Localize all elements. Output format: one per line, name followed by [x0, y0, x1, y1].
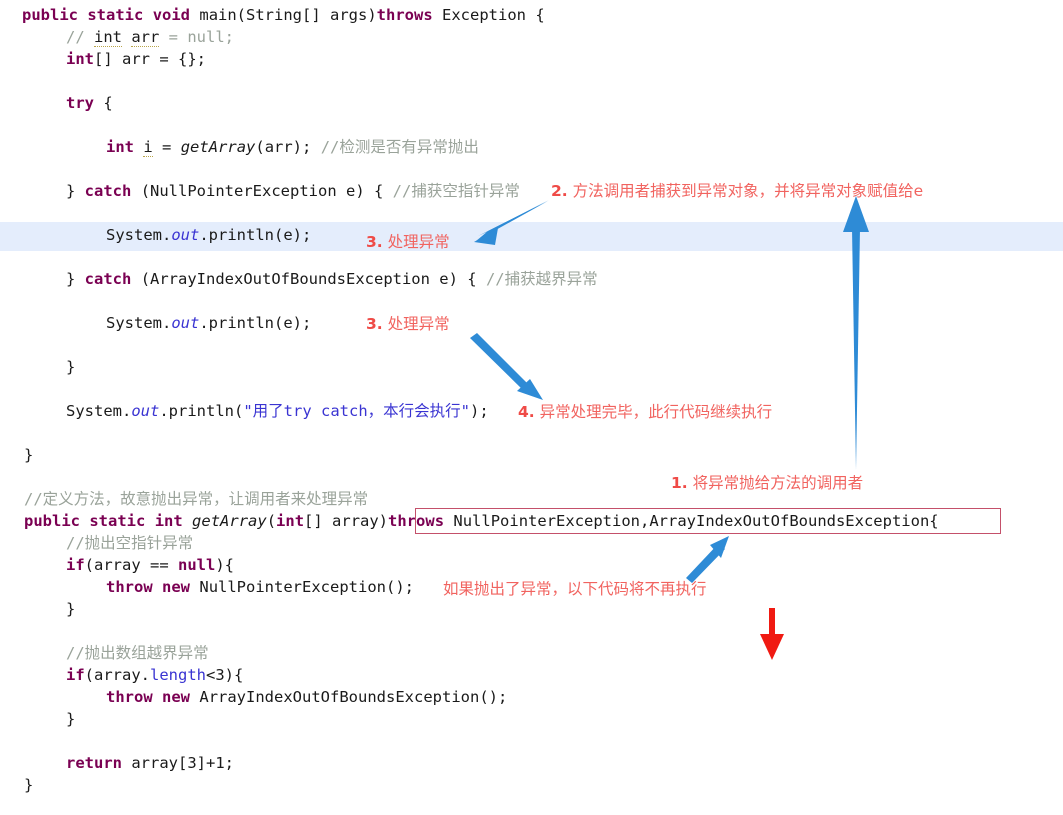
annotation-1-text: 将异常抛给方法的调用者	[687, 474, 864, 492]
annotation-3a-text: 处理异常	[382, 233, 450, 251]
annotation-4: 4. 异常处理完毕，此行代码继续执行	[518, 403, 772, 422]
code-line: System.out.println(e);	[106, 226, 312, 244]
code-line: int i = getArray(arr); //检测是否有异常抛出	[106, 138, 479, 157]
code-line: throw new NullPointerException();	[106, 578, 414, 596]
code-line: System.out.println("用了try catch，本行会执行");	[66, 402, 489, 420]
code-line: try {	[66, 94, 113, 112]
annotation-3b-number: 3.	[366, 315, 383, 333]
code-line: return array[3]+1;	[66, 754, 234, 772]
code-line: public static int getArray(int[] array)t…	[24, 512, 939, 530]
code-line: //定义方法，故意抛出异常，让调用者来处理异常	[24, 490, 369, 508]
code-line: //抛出空指针异常	[66, 534, 194, 552]
arrow-blue-to-println-line	[470, 333, 543, 400]
code-line: }	[24, 446, 34, 464]
code-line: }	[66, 710, 76, 728]
annotation-4-number: 4.	[518, 403, 535, 421]
annotation-1: 1. 将异常抛给方法的调用者	[671, 474, 863, 493]
code-line: } catch (ArrayIndexOutOfBoundsException …	[66, 270, 598, 288]
annotation-4-text: 异常处理完毕，此行代码继续执行	[534, 403, 773, 421]
annotation-3b: 3. 处理异常	[366, 315, 450, 334]
code-line: }	[66, 358, 76, 376]
annotation-2: 2. 方法调用者捕获到异常对象，并将异常对象赋值给e	[551, 182, 923, 201]
code-line: public static void main(String[] args)th…	[22, 6, 545, 24]
annotation-3a-number: 3.	[366, 233, 383, 251]
annotation-2-number: 2.	[551, 182, 568, 200]
code-line: if(array == null){	[66, 556, 234, 574]
annotation-5-text: 如果抛出了异常，以下代码将不再执行	[443, 580, 707, 598]
annotation-1-number: 1.	[671, 474, 688, 492]
code-line: // int arr = null;	[66, 28, 234, 47]
code-line: } catch (NullPointerException e) { //捕获空…	[66, 182, 520, 200]
annotation-2-text: 方法调用者捕获到异常对象，并将异常对象赋值给e	[567, 182, 924, 200]
arrow-blue-to-throws-box	[686, 536, 729, 583]
annotation-5: 如果抛出了异常，以下代码将不再执行	[443, 580, 707, 599]
annotation-3b-text: 处理异常	[382, 315, 450, 333]
code-line: //抛出数组越界异常	[66, 644, 209, 662]
code-line: if(array.length<3){	[66, 666, 244, 684]
annotation-3a: 3. 处理异常	[366, 233, 450, 252]
code-line: throw new ArrayIndexOutOfBoundsException…	[106, 688, 508, 706]
code-screenshot: public static void main(String[] args)th…	[0, 0, 1063, 815]
code-line: int[] arr = {};	[66, 50, 206, 68]
code-line: System.out.println(e);	[106, 314, 312, 332]
arrow-red-down	[760, 608, 784, 660]
code-line: }	[66, 600, 76, 618]
code-line: }	[24, 776, 34, 794]
